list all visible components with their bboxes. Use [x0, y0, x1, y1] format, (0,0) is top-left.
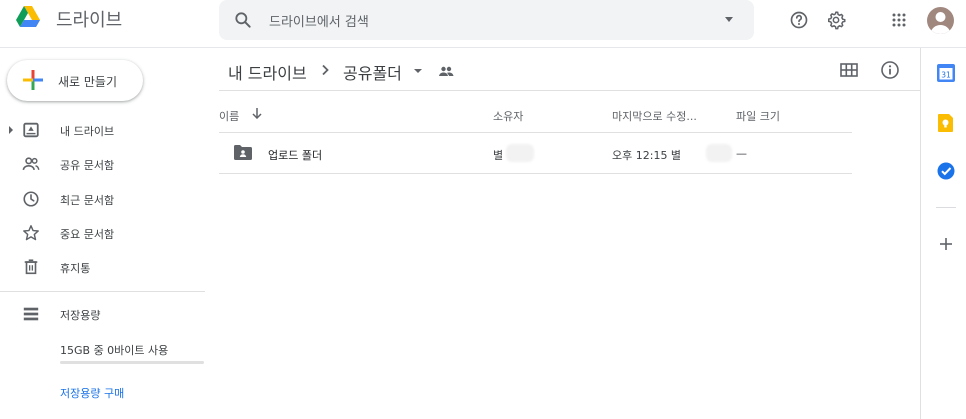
my-drive-icon [23, 122, 39, 138]
storage-progress-bar [60, 361, 204, 364]
breadcrumb-root[interactable]: 내 드라이브 [228, 60, 307, 84]
buy-storage-link[interactable]: 저장용량 구매 [60, 385, 124, 401]
drive-logo[interactable] [16, 6, 40, 28]
sidebar-item-recent[interactable]: 최근 문서함 [0, 184, 205, 214]
side-panel-separator [936, 207, 956, 208]
chevron-right-icon [322, 64, 329, 76]
app-name[interactable]: 드라이브 [56, 6, 122, 32]
search-icon[interactable] [233, 10, 253, 30]
sidebar-item-label: 휴지통 [60, 262, 91, 275]
sidebar-item-label: 공유 문서함 [60, 159, 115, 172]
calendar-icon[interactable]: 31 [937, 64, 955, 82]
shared-people-icon [22, 157, 40, 171]
sidebar-item-shared[interactable]: 공유 문서함 [0, 149, 205, 179]
file-modified: 오후 12:15 별 [612, 149, 682, 162]
svg-text:31: 31 [941, 70, 951, 79]
app-header: 드라이브 드라이브에서 검색 [0, 0, 966, 48]
storage-icon [23, 307, 39, 321]
star-icon [23, 225, 39, 241]
avatar-person-icon [930, 12, 951, 34]
help-icon[interactable] [789, 10, 809, 30]
column-header-owner[interactable]: 소유자 [493, 108, 523, 124]
shared-folder-icon [234, 145, 252, 160]
expand-arrow-icon[interactable] [9, 126, 13, 134]
table-row[interactable]: 업로드 폴더 별 오후 12:15 별 — [219, 133, 852, 173]
info-icon[interactable] [880, 60, 900, 80]
sidebar-item-trash[interactable]: 휴지통 [0, 252, 205, 282]
sidebar-item-storage[interactable]: 저장용량 [0, 299, 205, 329]
redacted-owner-blur [506, 144, 534, 162]
column-header-name[interactable]: 이름 [219, 108, 239, 124]
plus-colored-icon [23, 70, 43, 90]
row-divider [219, 173, 852, 174]
settings-gear-icon[interactable] [826, 10, 846, 30]
clock-icon [23, 191, 39, 207]
breadcrumb-current-folder[interactable]: 공유폴더 [343, 60, 402, 84]
storage-usage-text: 15GB 중 0바이트 사용 [60, 344, 169, 357]
search-options-caret-icon[interactable] [725, 17, 733, 22]
tasks-icon[interactable] [937, 162, 955, 180]
sort-arrow-down-icon[interactable] [251, 107, 263, 119]
search-input[interactable]: 드라이브에서 검색 [269, 11, 369, 30]
sidebar-item-starred[interactable]: 중요 문서함 [0, 218, 205, 248]
new-button-label: 새로 만들기 [58, 75, 118, 89]
sidebar-divider [0, 291, 205, 292]
toolbar-divider [219, 90, 921, 91]
search-box[interactable]: 드라이브에서 검색 [219, 0, 754, 40]
folder-menu-caret-icon[interactable] [414, 69, 422, 73]
sidebar-item-my-drive[interactable]: 내 드라이브 [0, 115, 205, 145]
account-avatar[interactable] [927, 7, 954, 34]
storage-label: 저장용량 [60, 309, 101, 322]
shared-folder-people-icon[interactable] [438, 64, 454, 78]
apps-grid-icon[interactable] [889, 10, 909, 30]
keep-icon[interactable] [937, 114, 955, 132]
column-header-size[interactable]: 파일 크기 [736, 108, 780, 124]
sidebar-item-label: 내 드라이브 [60, 125, 115, 138]
redacted-modifier-blur [706, 144, 732, 162]
file-name[interactable]: 업로드 폴더 [268, 147, 322, 163]
file-size: — [736, 147, 747, 160]
column-header-modified[interactable]: 마지막으로 수정... [612, 108, 697, 124]
side-panel-divider [920, 48, 921, 419]
trash-icon [24, 259, 38, 275]
file-owner: 별 [493, 149, 504, 162]
add-addon-plus-icon[interactable] [938, 236, 954, 252]
new-button[interactable]: 새로 만들기 [7, 60, 143, 101]
sidebar-item-label: 최근 문서함 [60, 194, 115, 207]
grid-view-icon[interactable] [839, 60, 859, 80]
sidebar-item-label: 중요 문서함 [60, 228, 115, 241]
